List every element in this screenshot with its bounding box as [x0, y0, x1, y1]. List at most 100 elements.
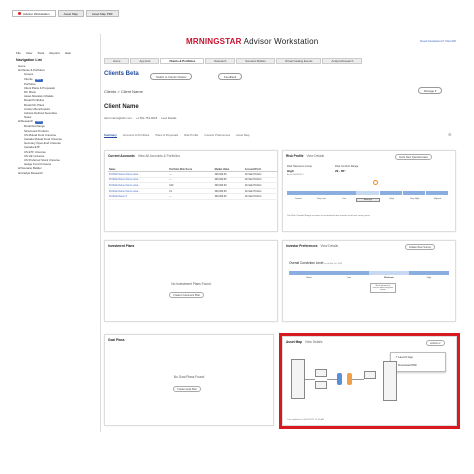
menubar: File View Tools Reports Help [16, 51, 71, 55]
browser-tab-strip: Advisor Workstation Asset Map Asset Map … [12, 10, 119, 17]
card-title: Risk Profile View Details [286, 154, 325, 158]
risk-segment [379, 191, 403, 195]
browser-tab-0[interactable]: Advisor Workstation [12, 10, 56, 17]
brand-logo: MRNINGSTAR Advisor Workstation [186, 37, 319, 46]
risk-level-label: Lowest [294, 198, 302, 200]
manage-button[interactable]: Manage ▾ [418, 87, 443, 95]
conviction-segment [409, 271, 449, 275]
conviction-level-label: None [306, 277, 312, 279]
conviction-level-label: Moderate [384, 277, 394, 279]
sidebar-heading: Navigation List [16, 58, 42, 62]
risk-segment [310, 191, 333, 195]
client-tab-summary[interactable]: Summary [104, 133, 117, 138]
browser-tab-2[interactable]: Asset Map PDF [85, 10, 119, 17]
table-row[interactable]: Portfolio Name 5—300,000.00 All Vals HCGC… [108, 193, 278, 200]
tab-virtual-catalog[interactable]: Virtual Catalog Events [275, 58, 322, 64]
risk-view-details-link[interactable]: View Details [307, 154, 324, 158]
tab-clients-portfolios[interactable]: Clients & Portfolios [160, 58, 205, 64]
client-tab-risk[interactable]: Risk Profile [184, 133, 198, 138]
risk-level-label: Average [355, 198, 381, 202]
help-link[interactable]: Need Assistance? Visit AW [420, 39, 456, 43]
risk-segment [356, 191, 380, 195]
portfolio-link[interactable]: Portfolio Name 5 [108, 193, 169, 200]
current-accounts-card: Current Accounts View All Accounts & Port… [104, 150, 278, 232]
card-title: Investment Plans [108, 244, 135, 248]
cell-acct: All Vals HCGCc [243, 193, 278, 200]
conviction-segment [329, 271, 369, 275]
investor-preferences-card: Investor Preferences View Details Initiat… [282, 240, 456, 322]
prefs-view-details-link[interactable]: View Details [321, 244, 338, 248]
conviction-scale-labels: None Low Moderate High [289, 277, 449, 279]
risk-note: The Risk Comfort Range assumes an invest… [287, 215, 371, 217]
conviction-level-label: High [426, 277, 432, 279]
risk-level-label: Very High [409, 198, 420, 200]
invite-questionnaire-button[interactable]: Invite New Questionnaire [395, 154, 432, 161]
main-nav-tabs: Home App Hub Clients & Portfolios Resear… [104, 58, 363, 64]
sidebar-item[interactable]: ⊞ Analyst Research [16, 171, 98, 175]
client-tab-accounts[interactable]: Accounts & Portfolios [123, 133, 150, 138]
risk-segment [425, 191, 449, 195]
highlight-box [279, 333, 460, 429]
risk-tolerance-value: High [287, 169, 294, 173]
client-details-toggle[interactable]: Less Details [161, 116, 176, 120]
cell-risk: — [168, 193, 214, 200]
client-tabs: Summary Accounts & Portfolios Plans & Pr… [104, 133, 249, 138]
tab-app-hub[interactable]: App Hub [130, 58, 160, 64]
risk-level-label: Very Low [316, 198, 326, 200]
page-title: Clients Beta [104, 71, 139, 77]
card-title: Investor Preferences View Details [286, 244, 339, 248]
risk-marker-icon [373, 180, 378, 185]
view-all-accounts-link[interactable]: View All Accounts & Portfolios [138, 154, 180, 158]
breadcrumb-root[interactable]: Clients [104, 89, 116, 94]
client-name-heading: Client Name [104, 104, 139, 110]
client-phone: +1 661-754-3018 [135, 116, 158, 120]
breadcrumb: Clients > Client Name [104, 89, 143, 94]
conviction-note: Moral hierarchy & concern about long-ter… [370, 283, 396, 293]
tab-scenario-builder[interactable]: Scenario Builder [236, 58, 275, 64]
risk-segment [287, 191, 310, 195]
client-tab-asset-map[interactable]: Asset Map [236, 133, 249, 138]
gear-icon[interactable]: ⚙ [448, 132, 452, 137]
menu-tools[interactable]: Tools [37, 51, 44, 55]
breadcrumb-current: Client Name [120, 89, 143, 94]
goal-plans-card: Goal Plans No Goal Plans Found Create Go… [104, 334, 274, 426]
card-title: Goal Plans [108, 338, 125, 342]
risk-comfort-value: 29 - 85° [335, 169, 346, 173]
conviction-level-label: Low [346, 277, 351, 279]
card-title: Current Accounts View All Accounts & Port… [108, 154, 180, 158]
risk-level-label: Low [342, 198, 347, 200]
client-tab-preferences[interactable]: Investor Preferences [204, 133, 230, 138]
menu-help[interactable]: Help [65, 51, 71, 55]
risk-segment [402, 191, 426, 195]
conviction-label: Overall Conviction Level as of Mar 16, 2… [289, 261, 343, 265]
client-contact: client.name@abc.com · +1 661-754-3018 · … [104, 116, 177, 120]
risk-level-label: Highest [433, 198, 442, 200]
empty-investment-plans: No Investment Plans Found [171, 282, 211, 286]
conviction-scale [289, 271, 449, 275]
accounts-table: Name Portfolio Risk Score Market Value A… [108, 167, 278, 200]
switch-classic-button[interactable]: Switch to Clients Classic [150, 73, 193, 81]
risk-profile-card: Risk Profile View Details Invite New Ques… [282, 150, 456, 232]
menu-file[interactable]: File [16, 51, 21, 55]
navigation-sidebar: Navigation List Home ⊞ Clients & Portfoli… [16, 58, 98, 175]
initiate-survey-button[interactable]: Initiate New Survey [405, 244, 436, 251]
empty-goal-plans: No Goal Plans Found [173, 375, 205, 379]
feedback-button[interactable]: Feedback [218, 73, 243, 81]
menu-view[interactable]: View [26, 51, 32, 55]
tab-home[interactable]: Home [104, 58, 130, 64]
browser-tab-1[interactable]: Asset Map [57, 10, 84, 17]
menu-reports[interactable]: Reports [49, 51, 60, 55]
chevron-down-icon: ▾ [434, 88, 437, 93]
create-goal-plan-button[interactable]: Create Goal Plan [173, 386, 201, 393]
client-tab-plans[interactable]: Plans & Proposals [155, 133, 178, 138]
tab-analyst-research[interactable]: Analyst Research [322, 58, 363, 64]
brand-bar: MRNINGSTAR Advisor Workstation Need Assi… [100, 34, 460, 50]
create-investment-plan-button[interactable]: Create Investment Plan [169, 292, 205, 299]
cell-value: 300,000.00 [213, 193, 244, 200]
risk-scale [287, 191, 449, 197]
tab-research[interactable]: Research [205, 58, 236, 64]
morningstar-icon [18, 12, 21, 15]
client-email[interactable]: client.name@abc.com [104, 116, 132, 120]
risk-comfort-label: Risk Comfort Range [335, 165, 359, 168]
conviction-segment [289, 271, 329, 275]
